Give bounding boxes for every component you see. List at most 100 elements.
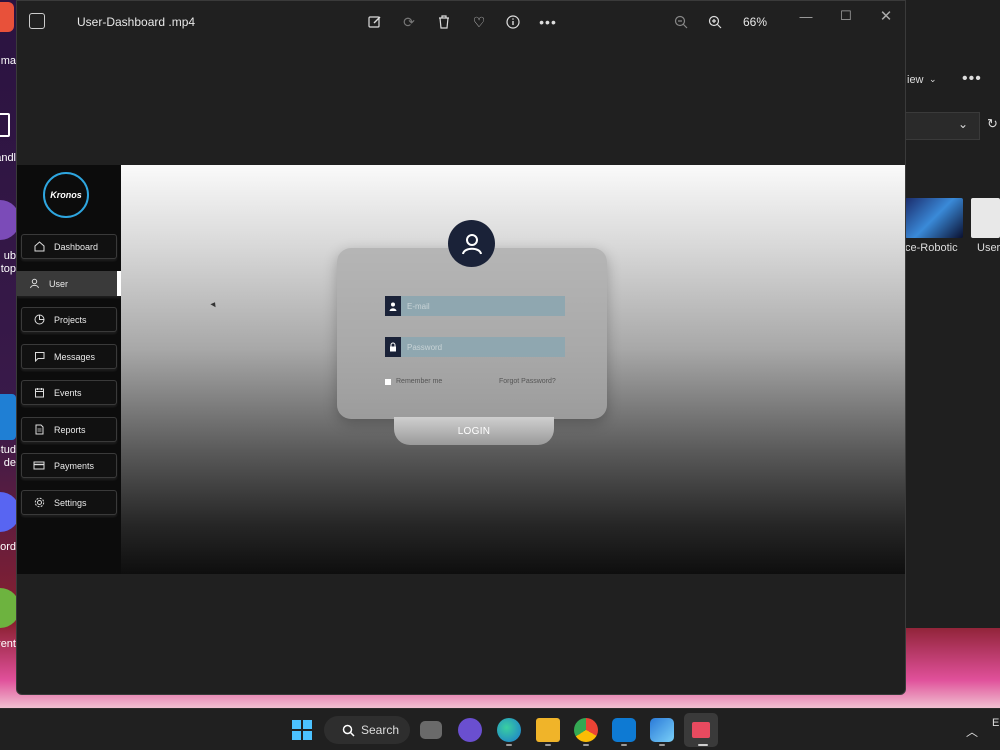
desktop-icon-label: ub <box>3 250 16 262</box>
rotate-icon[interactable]: ⟳ <box>399 12 419 32</box>
message-icon <box>32 350 46 364</box>
visual-studio-code-icon[interactable] <box>0 394 16 440</box>
kronos-logo: Kronos <box>43 172 89 218</box>
thumbnail-label: User- <box>977 242 1000 254</box>
desktop-icon-label: rent <box>0 638 16 650</box>
chevron-up-icon[interactable]: ︿ <box>966 723 978 740</box>
chrome-browser-icon[interactable] <box>574 718 598 742</box>
sidebar-item-label: Reports <box>54 424 86 435</box>
sidebar-item-label: Messages <box>54 351 96 362</box>
sidebar-item-reports[interactable]: Reports <box>21 417 117 442</box>
document-icon <box>32 423 46 437</box>
remember-me-checkbox[interactable]: Remember me <box>385 378 442 385</box>
photos-app-icon[interactable] <box>650 718 674 742</box>
user-avatar-icon <box>448 220 495 267</box>
taskbar: Search ︿ E <box>0 708 1000 750</box>
snipping-tool-icon[interactable] <box>684 713 718 747</box>
running-indicator <box>659 744 665 746</box>
desktop-icon-label: ma <box>0 55 16 67</box>
sidebar-item-messages[interactable]: Messages <box>21 344 117 369</box>
running-indicator <box>621 744 627 746</box>
taskbar-search[interactable]: Search <box>324 716 410 744</box>
favorite-heart-icon[interactable]: ♡ <box>469 12 489 32</box>
password-input[interactable] <box>401 337 565 357</box>
pie-chart-icon <box>32 313 46 327</box>
desktop-icon-label: ord <box>0 541 16 553</box>
task-view-icon[interactable] <box>420 721 442 739</box>
minimize-button[interactable]: — <box>795 7 817 25</box>
desktop-icon-label: de <box>3 457 16 469</box>
checkbox-box[interactable] <box>385 378 391 385</box>
video-thumbnail[interactable] <box>905 198 963 238</box>
edge-browser-icon[interactable] <box>497 718 521 742</box>
sidebar-item-label: Payments <box>54 460 95 471</box>
running-indicator <box>583 744 589 746</box>
sidebar-item-settings[interactable]: Settings <box>21 490 117 515</box>
sidebar-item-label: User <box>49 278 69 289</box>
desktop-icon-label: Stud <box>0 444 16 456</box>
sidebar-item-user[interactable]: User <box>17 271 121 296</box>
remember-me-label: Remember me <box>396 378 443 385</box>
player-titlebar: User-Dashboard .mp4 ⟳ ♡ ••• 66% — ☐ ✕ <box>17 1 905 43</box>
figma-app-icon[interactable] <box>0 2 14 32</box>
sidebar-item-projects[interactable]: Projects <box>21 307 117 332</box>
sidebar-item-label: Settings <box>54 497 87 508</box>
sidebar-item-dashboard[interactable]: Dashboard <box>21 234 117 259</box>
photos-app-icon <box>29 13 45 29</box>
home-icon <box>32 240 46 254</box>
active-indicator <box>698 744 708 746</box>
close-button[interactable]: ✕ <box>875 7 897 25</box>
window-title: User-Dashboard .mp4 <box>77 15 196 29</box>
more-options-icon[interactable]: ••• <box>962 70 982 88</box>
email-input[interactable] <box>401 296 565 316</box>
credit-card-icon <box>32 459 46 473</box>
info-icon[interactable] <box>503 12 523 32</box>
address-bar[interactable] <box>905 112 980 140</box>
more-options-icon[interactable]: ••• <box>538 12 558 32</box>
calendar-icon <box>32 386 46 400</box>
lock-icon <box>385 337 401 357</box>
user-icon <box>385 296 401 316</box>
login-button[interactable]: LOGIN <box>394 417 554 445</box>
edit-icon[interactable] <box>365 12 385 32</box>
chevron-down-icon: ⌄ <box>929 74 937 84</box>
desktop-icon-label: andl <box>0 152 16 164</box>
vscode-icon[interactable] <box>612 718 636 742</box>
file-explorer-icon[interactable] <box>536 718 560 742</box>
password-field <box>385 337 565 357</box>
dashboard-sidebar: Kronos Dashboard User Projects Messages … <box>17 165 121 574</box>
media-player-window: User-Dashboard .mp4 ⟳ ♡ ••• 66% — ☐ ✕ Kr… <box>16 0 906 695</box>
thumbnail-label: ce-Robotic <box>905 242 958 254</box>
zoom-out-icon[interactable] <box>671 12 691 32</box>
gear-icon <box>32 496 46 510</box>
sidebar-item-label: Events <box>54 387 82 398</box>
sidebar-item-events[interactable]: Events <box>21 380 117 405</box>
sidebar-item-payments[interactable]: Payments <box>21 453 117 478</box>
search-label: Search <box>361 723 400 737</box>
forgot-password-link[interactable]: Forgot Password? <box>499 378 556 385</box>
video-thumbnail[interactable] <box>971 198 1000 238</box>
refresh-icon[interactable]: ↻ <box>987 116 998 132</box>
login-stage: Remember me Forgot Password? LOGIN <box>121 165 905 574</box>
view-menu-button[interactable]: iew <box>907 74 924 86</box>
chevron-down-icon[interactable]: ⌄ <box>958 117 968 131</box>
login-card: Remember me Forgot Password? <box>337 248 607 419</box>
maximize-button[interactable]: ☐ <box>835 7 857 25</box>
sidebar-item-label: Projects <box>54 314 87 325</box>
zoom-level: 66% <box>743 15 768 29</box>
file-explorer-window: iew ⌄ ••• ⌄ ↻ ce-Robotic User- <box>905 0 1000 628</box>
logo-text: Kronos <box>50 190 82 200</box>
user-icon <box>27 277 41 291</box>
app-shortcut-icon[interactable] <box>0 113 10 137</box>
delete-icon[interactable] <box>434 12 454 32</box>
running-indicator <box>545 744 551 746</box>
zoom-in-icon[interactable] <box>705 12 725 32</box>
tray-language[interactable]: E <box>992 717 999 729</box>
teams-chat-icon[interactable] <box>458 718 482 742</box>
mouse-cursor-icon <box>210 300 218 308</box>
running-indicator <box>506 744 512 746</box>
video-frame[interactable]: Kronos Dashboard User Projects Messages … <box>17 165 905 574</box>
desktop-icon-label: top <box>0 263 16 275</box>
search-icon <box>342 724 355 737</box>
windows-start-icon[interactable] <box>290 718 314 742</box>
